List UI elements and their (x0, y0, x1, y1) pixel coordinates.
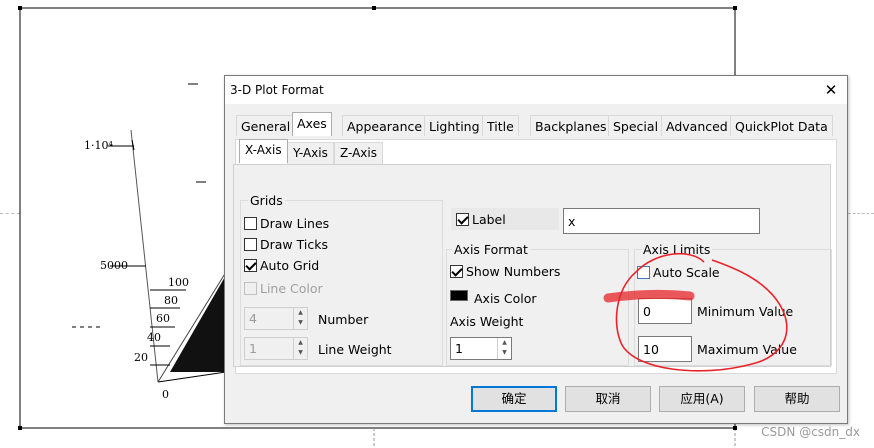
grid-line-weight-field: 1 ▲ ▼ (244, 337, 308, 360)
draw-ticks-label: Draw Ticks (260, 237, 328, 252)
help-button[interactable]: 帮助 (754, 386, 840, 412)
label-text-value: x (568, 214, 576, 229)
auto-scale-label: Auto Scale (653, 265, 720, 280)
tab-title[interactable]: Title (482, 115, 519, 136)
minimum-value-field[interactable]: 0 (638, 298, 692, 324)
plot-y-label: 80 (164, 294, 178, 307)
subtab-y-axis[interactable]: Y-Axis (287, 142, 334, 164)
tab-backplanes[interactable]: Backplanes (530, 115, 612, 136)
auto-scale-box[interactable] (637, 266, 650, 279)
dialog-titlebar[interactable]: 3-D Plot Format ✕ (225, 76, 847, 104)
auto-scale-checkbox[interactable]: Auto Scale (637, 265, 720, 281)
tab-quickplot-data[interactable]: QuickPlot Data (730, 115, 833, 136)
spin-up-icon[interactable]: ▲ (498, 338, 511, 348)
maximum-value: 10 (643, 342, 659, 357)
draw-lines-checkbox[interactable]: Draw Lines (244, 216, 329, 232)
plot-z-label-zero: 0 (162, 388, 169, 401)
grid-number-field: 4 ▲ ▼ (244, 307, 308, 330)
cancel-button[interactable]: 取消 (565, 386, 651, 412)
selection-handle[interactable] (733, 426, 737, 430)
grids-title: Grids (248, 193, 285, 208)
tab-axes[interactable]: Axes (292, 112, 332, 136)
axis-weight-field[interactable]: 1 ▲ ▼ (450, 337, 512, 360)
spin-down-icon: ▼ (298, 349, 303, 356)
spin-up-icon: ▲ (298, 309, 303, 316)
show-numbers-box[interactable] (450, 265, 463, 278)
grid-number-label: Number (318, 312, 369, 327)
tab-lighting[interactable]: Lighting (424, 115, 485, 136)
axis-color-swatch[interactable] (450, 290, 468, 301)
axis-color-label: Axis Color (474, 291, 537, 306)
axis-limits-title: Axis Limits (641, 242, 713, 257)
maximum-value-field[interactable]: 10 (638, 336, 692, 362)
plot-z-axis (130, 129, 159, 383)
grid-line-weight-value: 1 (249, 341, 257, 356)
draw-ticks-box[interactable] (244, 238, 257, 251)
minimum-value-label: Minimum Value (697, 304, 794, 319)
tab-special[interactable]: Special (608, 115, 664, 136)
line-color-box (244, 282, 257, 295)
tab-general[interactable]: General (236, 115, 296, 136)
show-numbers-label: Show Numbers (466, 264, 561, 279)
minimum-value: 0 (643, 304, 651, 319)
maximum-value-label: Maximum Value (697, 342, 797, 357)
selection-handle[interactable] (372, 6, 376, 10)
selection-handle[interactable] (18, 6, 22, 10)
grid-number-value: 4 (249, 311, 257, 326)
grid-number-spinner: ▲ ▼ (293, 308, 307, 329)
plot-z-label-top: 1·10⁴ (84, 139, 113, 152)
axis-weight-label: Axis Weight (450, 314, 524, 329)
plot-y-label: 40 (147, 331, 161, 344)
grid-line-weight-spinner: ▲ ▼ (293, 338, 307, 359)
subtab-x-axis[interactable]: X-Axis (239, 139, 288, 163)
auto-grid-checkbox[interactable]: Auto Grid (244, 258, 319, 274)
ok-button[interactable]: 确定 (471, 386, 557, 412)
close-icon[interactable]: ✕ (819, 78, 843, 102)
auto-grid-label: Auto Grid (260, 258, 320, 273)
dialog-title: 3-D Plot Format (230, 83, 324, 97)
spin-up-icon: ▲ (298, 339, 303, 346)
tab-advanced[interactable]: Advanced (661, 115, 733, 136)
draw-ticks-checkbox[interactable]: Draw Ticks (244, 237, 328, 253)
show-numbers-checkbox[interactable]: Show Numbers (450, 264, 560, 280)
axis-weight-value: 1 (455, 341, 463, 356)
spin-down-icon[interactable]: ▼ (498, 348, 511, 358)
label-box[interactable] (456, 213, 469, 226)
label-text-field[interactable]: x (563, 208, 760, 234)
draw-lines-box[interactable] (244, 217, 257, 230)
label-checkbox-label: Label (472, 212, 506, 227)
plot-x-axis (157, 371, 227, 383)
watermark-text: CSDN @csdn_dx (761, 425, 860, 439)
selection-handle[interactable] (733, 6, 737, 10)
plot-y-label: 20 (134, 351, 148, 364)
plot-y-label: 100 (168, 276, 189, 289)
plot-y-label: 60 (156, 312, 170, 325)
label-checkbox[interactable]: Label (456, 212, 506, 228)
axis-color-swatch-fill (451, 291, 467, 300)
spin-down-icon: ▼ (298, 319, 303, 326)
draw-lines-label: Draw Lines (260, 216, 330, 231)
grid-line-weight-label: Line Weight (318, 342, 392, 357)
apply-button[interactable]: 应用(A) (659, 386, 745, 412)
auto-grid-box[interactable] (244, 259, 257, 272)
selection-handle[interactable] (18, 426, 22, 430)
axis-format-title: Axis Format (452, 242, 530, 257)
line-color-checkbox: Line Color (244, 281, 323, 297)
subtab-z-axis[interactable]: Z-Axis (334, 142, 383, 164)
tab-appearance[interactable]: Appearance (342, 115, 428, 136)
plot-z-label-mid: 5000 (100, 259, 128, 272)
axis-weight-spinner[interactable]: ▲ ▼ (497, 338, 511, 359)
line-color-label: Line Color (260, 281, 323, 296)
plot-format-dialog: 3-D Plot Format ✕ General Axes Appearanc… (224, 75, 848, 424)
